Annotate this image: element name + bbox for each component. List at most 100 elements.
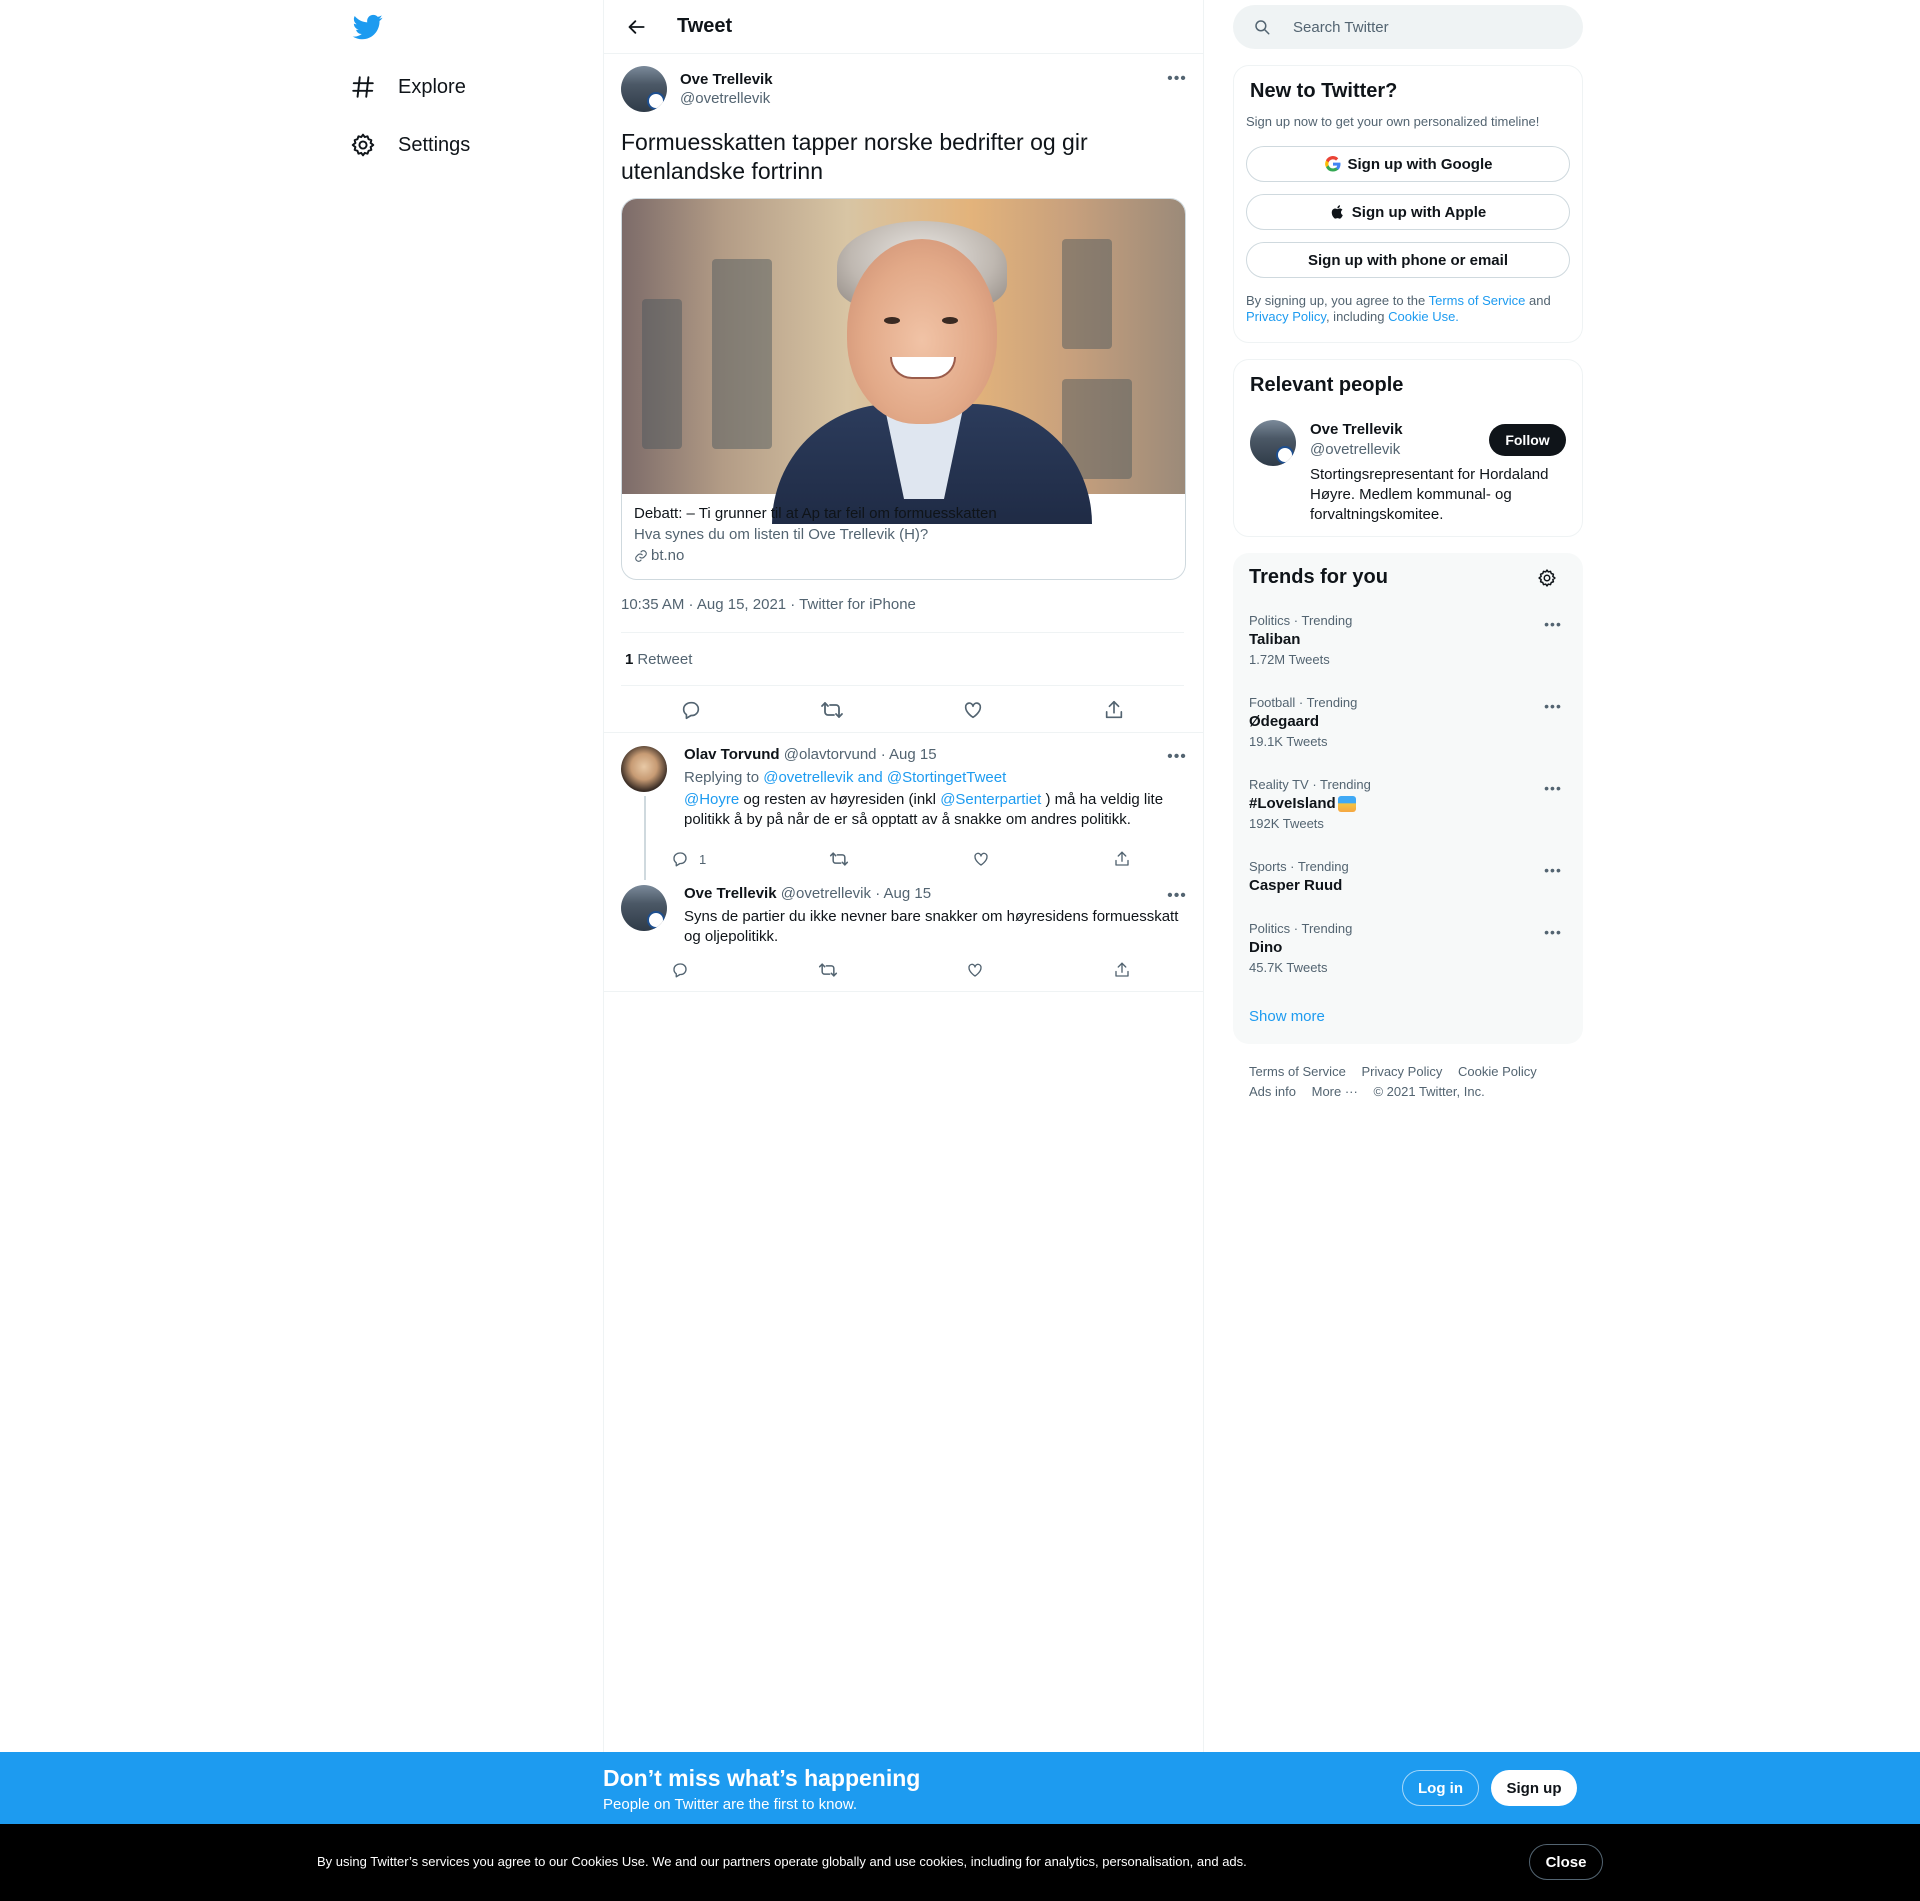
panel-title: New to Twitter? [1250, 80, 1398, 102]
twitter-logo-icon[interactable] [351, 12, 385, 42]
footer-links: Terms of Service Privacy Policy Cookie P… [1249, 1062, 1579, 1102]
reply-tweet[interactable]: Olav Torvund @olavtorvund · Aug 15 Reply… [621, 746, 1184, 869]
reply-button[interactable] [674, 693, 708, 727]
reply-date[interactable]: · Aug 15 [875, 885, 931, 902]
new-to-twitter-panel: New to Twitter? Sign up now to get your … [1233, 65, 1583, 343]
reply-button[interactable]: 1 [671, 850, 706, 868]
more-dots-icon: ••• [1544, 780, 1562, 796]
mention-senterpartiet[interactable]: @Senterpartiet [940, 791, 1041, 808]
footer-more-link[interactable]: More ··· [1312, 1084, 1358, 1099]
person-name[interactable]: Ove Trellevik [1310, 421, 1403, 438]
avatar[interactable] [621, 66, 667, 112]
share-button[interactable] [1113, 961, 1131, 979]
like-button[interactable] [956, 693, 990, 727]
trend-name: #LoveIsland [1249, 795, 1336, 812]
retweet-button[interactable] [815, 693, 849, 727]
main-column: Tweet Ove Trellevik @ovetrellevik ••• Fo… [603, 0, 1204, 1752]
more-options-button[interactable]: ••• [1539, 695, 1567, 717]
footer-privacy-link[interactable]: Privacy Policy [1361, 1064, 1442, 1079]
more-options-button[interactable]: ••• [1162, 64, 1192, 94]
signup-google-button[interactable]: Sign up with Google [1246, 146, 1570, 182]
trend-item[interactable]: Politics · Trending Taliban 1.72M Tweets… [1249, 613, 1567, 667]
search-box[interactable] [1233, 5, 1583, 49]
trend-count: 192K Tweets [1249, 816, 1324, 831]
retweet-label[interactable]: Retweet [637, 651, 692, 668]
reply-author-name[interactable]: Ove Trellevik [684, 885, 777, 902]
reply-button[interactable] [671, 961, 689, 979]
share-button[interactable] [1113, 850, 1131, 868]
replying-to-links[interactable]: @ovetrellevik and @StortingetTweet [763, 769, 1006, 786]
more-options-button[interactable]: ••• [1162, 881, 1192, 911]
like-button[interactable] [972, 850, 990, 868]
reply-text: @Hoyre og resten av høyresiden (inkl @Se… [684, 790, 1184, 830]
banner-title: Don’t miss what’s happening [603, 1765, 921, 1791]
retweet-button[interactable] [829, 849, 849, 869]
close-button[interactable]: Close [1529, 1844, 1603, 1880]
avatar[interactable] [621, 885, 667, 931]
footer-ads-link[interactable]: Ads info [1249, 1084, 1296, 1099]
avatar[interactable] [621, 746, 667, 792]
more-options-button[interactable]: ••• [1539, 777, 1567, 799]
trend-item[interactable]: Sports · Trending Casper Ruud ••• [1249, 859, 1567, 894]
reply-date[interactable]: · Aug 15 [881, 746, 937, 763]
reply-text-part: og resten av høyresiden (inkl [739, 791, 941, 808]
card-title: Debatt: – Ti grunner til at Ap tar feil … [634, 505, 997, 522]
tweet-stats: 1 Retweet [621, 632, 1184, 686]
more-options-button[interactable]: ••• [1162, 742, 1192, 772]
tweet-timestamp[interactable]: 10:35 AM · Aug 15, 2021 · Twitter for iP… [621, 596, 916, 613]
trend-name: Dino [1249, 939, 1283, 956]
more-dots-icon: ••• [1544, 862, 1562, 878]
link-card[interactable]: Debatt: – Ti grunner til at Ap tar feil … [621, 198, 1186, 580]
island-emoji-icon [1337, 795, 1356, 812]
trends-panel: Trends for you Politics · Trending Talib… [1233, 553, 1583, 1044]
reply-author-name[interactable]: Olav Torvund [684, 746, 780, 763]
retweet-button[interactable] [818, 960, 838, 980]
signup-apple-button[interactable]: Sign up with Apple [1246, 194, 1570, 230]
more-options-button[interactable]: ••• [1539, 921, 1567, 943]
search-input[interactable] [1291, 17, 1555, 37]
trend-count: 19.1K Tweets [1249, 734, 1328, 749]
trend-name-row: #LoveIsland [1249, 795, 1567, 812]
reply-header: Ove Trellevik @ovetrellevik · Aug 15 [684, 885, 931, 902]
card-image [622, 199, 1185, 524]
signup-phone-button[interactable]: Sign up with phone or email [1246, 242, 1570, 278]
cookie-use-link[interactable]: Cookie Use. [1388, 309, 1459, 324]
show-more-link[interactable]: Show more [1249, 1008, 1325, 1025]
person-handle[interactable]: @ovetrellevik [1310, 441, 1400, 458]
login-button[interactable]: Log in [1402, 1770, 1479, 1806]
tweet-author: Ove Trellevik @ovetrellevik [621, 66, 773, 112]
trend-count: 1.72M Tweets [1249, 652, 1330, 667]
author-handle[interactable]: @ovetrellevik [680, 90, 773, 107]
mention-hoyre[interactable]: @Hoyre [684, 791, 739, 808]
back-button[interactable] [619, 9, 655, 45]
nav-explore[interactable]: Explore [350, 67, 466, 107]
avatar[interactable] [1250, 420, 1296, 466]
like-button[interactable] [966, 961, 984, 979]
terms-link[interactable]: Terms of Service [1429, 293, 1526, 308]
trend-item[interactable]: Politics · Trending Dino 45.7K Tweets ••… [1249, 921, 1567, 975]
legal-text-part: and [1525, 293, 1551, 308]
reply-tweet[interactable]: Ove Trellevik @ovetrellevik · Aug 15 Syn… [621, 885, 1184, 985]
trend-item[interactable]: Football · Trending Ødegaard 19.1K Tweet… [1249, 695, 1567, 749]
nav-explore-label: Explore [398, 75, 466, 98]
more-dots-icon: ••• [1544, 924, 1562, 940]
footer-cookie-link[interactable]: Cookie Policy [1458, 1064, 1537, 1079]
share-button[interactable] [1097, 693, 1131, 727]
settings-gear-icon[interactable] [1537, 568, 1557, 588]
retweet-count[interactable]: 1 [625, 651, 633, 668]
share-icon [1115, 962, 1129, 977]
nav-settings[interactable]: Settings [350, 125, 470, 165]
footer-copyright: © 2021 Twitter, Inc. [1373, 1084, 1485, 1099]
more-options-button[interactable]: ••• [1539, 613, 1567, 635]
more-dots-icon: ••• [1544, 698, 1562, 714]
footer-terms-link[interactable]: Terms of Service [1249, 1064, 1346, 1079]
follow-button[interactable]: Follow [1489, 424, 1566, 456]
signup-button[interactable]: Sign up [1491, 1770, 1577, 1806]
author-name[interactable]: Ove Trellevik [680, 71, 773, 88]
reply-author-handle[interactable]: @olavtorvund [784, 746, 877, 763]
search-icon [1255, 20, 1270, 35]
reply-author-handle[interactable]: @ovetrellevik [781, 885, 871, 902]
trend-item[interactable]: Reality TV · Trending #LoveIsland 192K T… [1249, 777, 1567, 831]
more-options-button[interactable]: ••• [1539, 859, 1567, 881]
privacy-link[interactable]: Privacy Policy [1246, 309, 1326, 324]
